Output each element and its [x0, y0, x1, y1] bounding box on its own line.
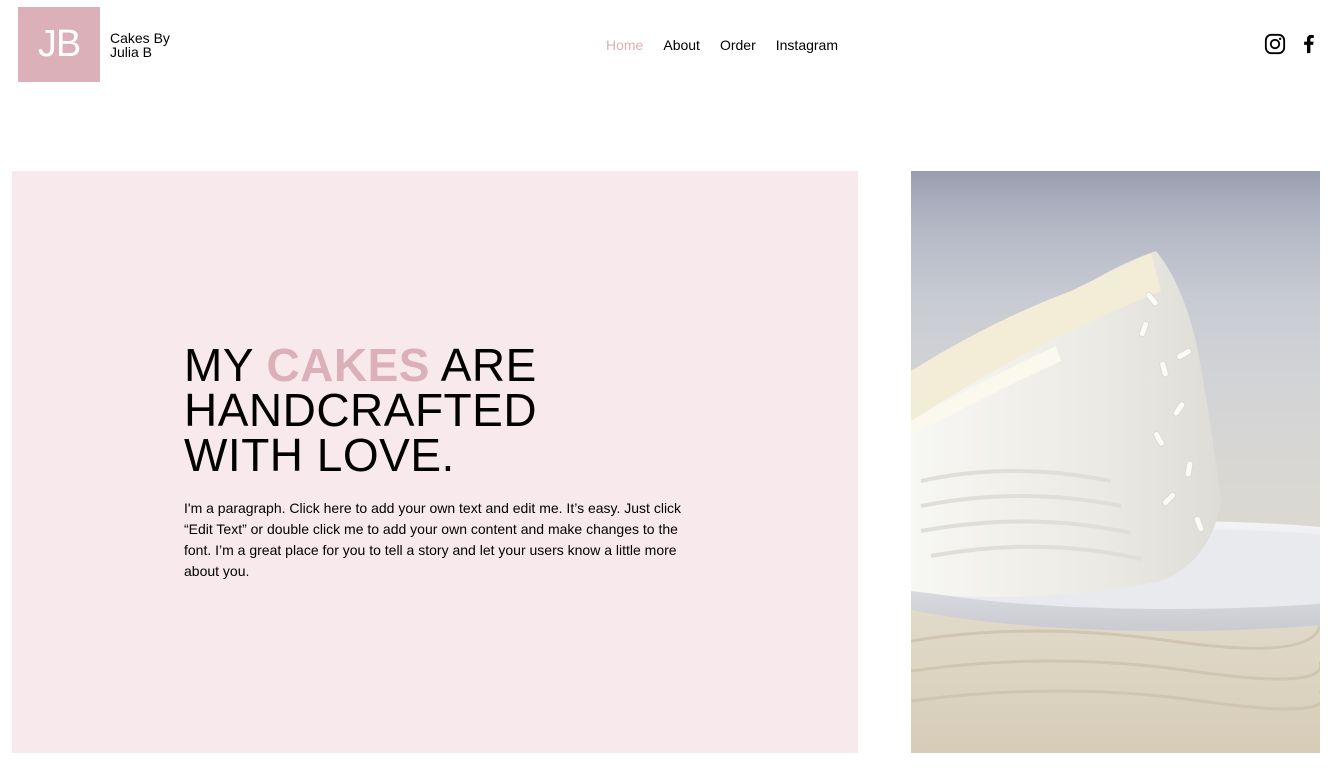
hero-paragraph[interactable]: I'm a paragraph. Click here to add your …: [184, 498, 689, 582]
facebook-icon[interactable]: [1297, 32, 1321, 56]
instagram-icon[interactable]: [1263, 32, 1287, 56]
hero-panel: MY CAKES ARE HANDCRAFTED WITH LOVE. I'm a …: [12, 171, 858, 753]
nav-item-instagram[interactable]: Instagram: [766, 36, 848, 54]
cake-photo: [911, 171, 1320, 753]
nav-item-about[interactable]: About: [653, 36, 710, 54]
brand-name[interactable]: Cakes By Julia B: [110, 31, 190, 59]
social-bar: [1263, 32, 1321, 56]
hero-headline: MY CAKES ARE HANDCRAFTED WITH LOVE.: [184, 342, 584, 481]
logo-initials: JB: [37, 23, 81, 65]
main-nav: Home About Order Instagram: [596, 36, 848, 54]
logo[interactable]: JB: [18, 7, 100, 82]
site-header: JB Cakes By Julia B Home About Order Ins…: [0, 0, 1341, 90]
nav-item-home[interactable]: Home: [596, 36, 653, 54]
nav-item-order[interactable]: Order: [710, 36, 766, 54]
headline-line3: WITH LOVE.: [184, 429, 455, 481]
